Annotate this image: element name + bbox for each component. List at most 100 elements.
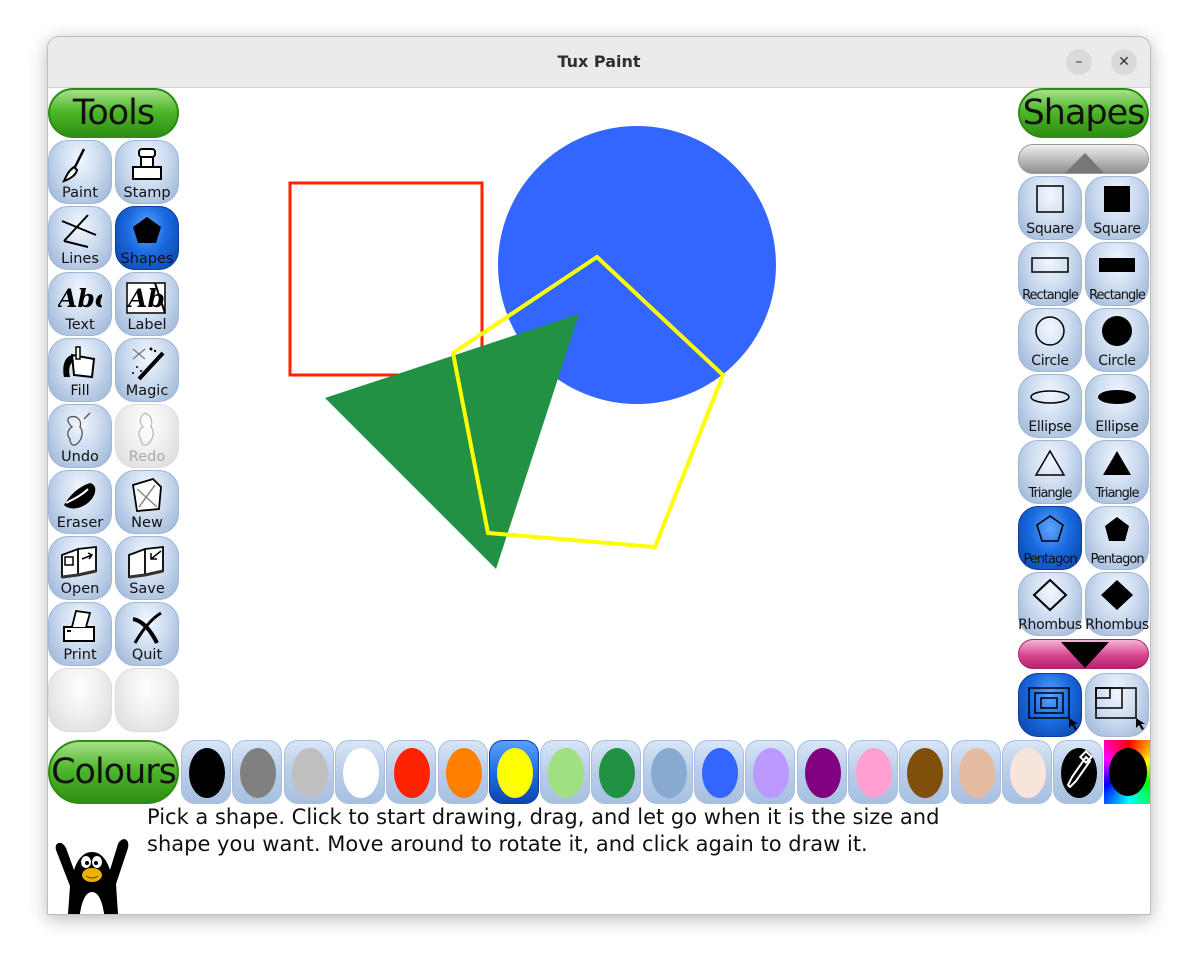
shapes-scroll-up-button[interactable] (1018, 144, 1149, 174)
arrow-up-icon (1065, 153, 1104, 173)
colour-dot (702, 748, 738, 798)
canvas-red-square (288, 181, 484, 377)
tool-shapes-button[interactable]: Shapes (115, 206, 179, 270)
pentagon-filled-icon (1086, 511, 1148, 549)
colour-swatch-light-grey[interactable] (283, 740, 334, 804)
colour-wheel-button[interactable] (1104, 740, 1150, 804)
tool-eraser-button[interactable]: Eraser (48, 470, 112, 534)
colour-swatch-purple[interactable] (796, 740, 847, 804)
colour-swatch-white[interactable] (334, 740, 385, 804)
tool-fill-button[interactable]: Fill (48, 338, 112, 402)
circle-outline-icon (1019, 313, 1081, 351)
undo-hand-icon (49, 409, 111, 447)
tool-quit-button[interactable]: Quit (115, 602, 179, 666)
pentagon-outline-icon (1019, 511, 1081, 549)
shape-label: Pentagon (1023, 552, 1077, 567)
colour-swatch-orange[interactable] (437, 740, 488, 804)
minimize-button[interactable]: – (1066, 49, 1092, 75)
tool-redo-button[interactable]: Redo (115, 404, 179, 468)
shape-label: Triangle (1028, 486, 1072, 501)
paint-bucket-icon (49, 343, 111, 381)
tux-penguin-icon (55, 839, 129, 914)
tool-label: Redo (128, 449, 166, 465)
rectangle-outline-icon (1019, 247, 1081, 285)
colour-swatch-sky-blue[interactable] (642, 740, 693, 804)
rhombus-outline-icon (1019, 577, 1081, 615)
shape-rectangle-filled-button[interactable]: Rectangle (1085, 242, 1149, 306)
ellipse-filled-icon (1086, 379, 1148, 417)
shape-pentagon-filled-button[interactable]: Pentagon (1085, 506, 1149, 570)
tool-text-button[interactable]: Abc Text (48, 272, 112, 336)
tool-label: Magic (125, 383, 169, 399)
shape-square-filled-button[interactable]: Square (1085, 176, 1149, 240)
colour-swatch-lavender[interactable] (745, 740, 796, 804)
eraser-icon (49, 475, 111, 513)
colour-swatch-blue[interactable] (694, 740, 744, 804)
colour-dot (1009, 748, 1046, 798)
tool-label: Save (129, 581, 165, 597)
tool-save-button[interactable]: Save (115, 536, 179, 600)
colour-swatch-tan[interactable] (950, 740, 1001, 804)
tool-label: Shapes (120, 251, 174, 267)
label-abc-icon: Ab (116, 277, 178, 315)
shape-label: Circle (1098, 353, 1136, 369)
open-book-icon (49, 541, 111, 579)
tool-label: New (131, 515, 163, 531)
tool-stamp-button[interactable]: Stamp (115, 140, 179, 204)
arrow-down-icon (1061, 642, 1109, 668)
close-button[interactable]: ✕ (1111, 49, 1137, 75)
svg-text:Ab: Ab (126, 284, 165, 313)
colour-dot (804, 748, 841, 798)
tool-new-button[interactable]: New (115, 470, 179, 534)
colour-swatch-brown[interactable] (899, 740, 950, 804)
colour-swatch-dark-grey[interactable] (232, 740, 283, 804)
colour-dot (958, 748, 995, 798)
save-book-icon (116, 541, 178, 579)
instruction-line-1: Pick a shape. Click to start drawing, dr… (147, 805, 940, 829)
shape-pentagon-outline-button[interactable]: Pentagon (1018, 506, 1082, 570)
colour-dot (496, 748, 533, 798)
tool-print-button[interactable]: Print (48, 602, 112, 666)
colour-dot (753, 748, 790, 798)
printer-icon (49, 607, 111, 645)
shape-rhombus-outline-button[interactable]: Rhombus (1018, 572, 1082, 636)
shape-mode-from-corner-button[interactable] (1085, 673, 1149, 737)
colour-picker-button[interactable] (1053, 740, 1104, 804)
shape-ellipse-outline-button[interactable]: Ellipse (1018, 374, 1082, 438)
shape-rhombus-filled-button[interactable]: Rhombus (1085, 572, 1149, 636)
colour-swatch-light-green[interactable] (540, 740, 591, 804)
colour-dot (240, 748, 277, 798)
shape-label: Circle (1031, 353, 1069, 369)
stamp-icon (116, 145, 178, 183)
colour-swatch-beige[interactable] (1001, 740, 1052, 804)
svg-text:Abc: Abc (58, 284, 102, 313)
colour-swatch-red[interactable] (386, 740, 437, 804)
shapes-scroll-down-button[interactable] (1018, 639, 1149, 669)
text-abc-icon: Abc (49, 277, 111, 315)
square-outline-icon (1019, 181, 1081, 219)
shape-circle-filled-button[interactable]: Circle (1085, 308, 1149, 372)
colour-dot (342, 748, 379, 798)
shape-mode-from-center-button[interactable] (1018, 673, 1082, 737)
shape-triangle-outline-button[interactable]: Triangle (1018, 440, 1082, 504)
tool-label: Label (127, 317, 167, 333)
colour-swatch-pink[interactable] (847, 740, 898, 804)
tool-undo-button[interactable]: Undo (48, 404, 112, 468)
colour-swatch-yellow[interactable] (488, 740, 539, 804)
tool-open-button[interactable]: Open (48, 536, 112, 600)
shape-rectangle-outline-button[interactable]: Rectangle (1018, 242, 1082, 306)
colour-swatch-dark-green[interactable] (591, 740, 642, 804)
colour-swatch-black[interactable] (181, 740, 231, 804)
drawing-canvas[interactable] (180, 88, 1018, 740)
tools-header: Tools (48, 88, 179, 138)
shape-triangle-filled-button[interactable]: Triangle (1085, 440, 1149, 504)
shape-square-outline-button[interactable]: Square (1018, 176, 1082, 240)
shape-circle-outline-button[interactable]: Circle (1018, 308, 1082, 372)
shape-label: Rhombus (1018, 617, 1082, 633)
tool-paint-button[interactable]: Paint (48, 140, 112, 204)
triangle-outline-icon (1019, 445, 1081, 483)
tool-lines-button[interactable]: Lines (48, 206, 112, 270)
shape-ellipse-filled-button[interactable]: Ellipse (1085, 374, 1149, 438)
tool-label-button[interactable]: Ab Label (115, 272, 179, 336)
tool-magic-button[interactable]: Magic (115, 338, 179, 402)
